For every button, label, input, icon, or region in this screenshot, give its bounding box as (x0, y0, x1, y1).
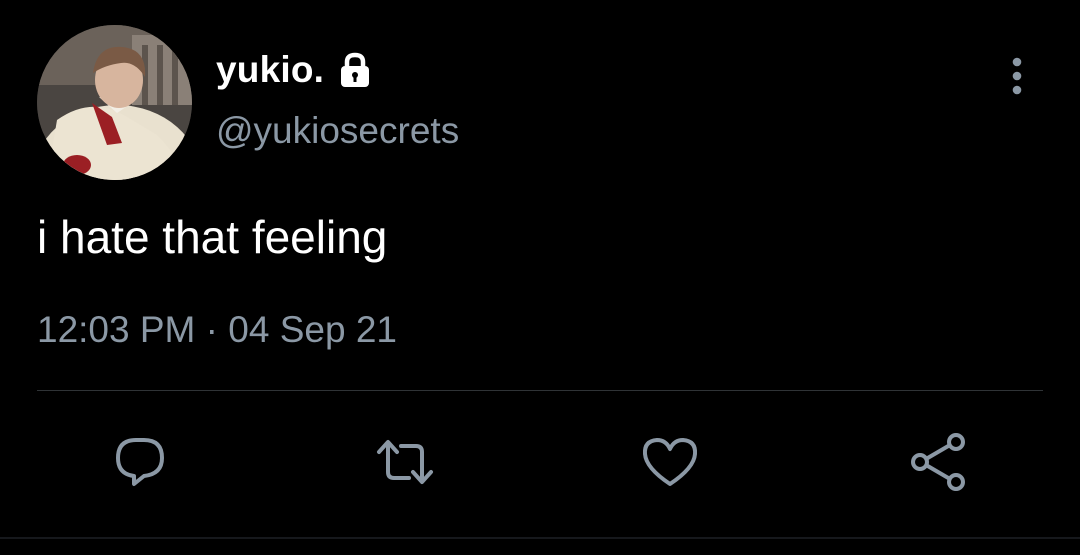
reply-button[interactable] (110, 432, 170, 492)
reply-icon (116, 438, 164, 486)
avatar[interactable] (37, 25, 192, 180)
bottom-divider (0, 537, 1080, 539)
lock-icon (336, 51, 374, 89)
like-button[interactable] (640, 432, 700, 492)
meta-separator: · (205, 309, 218, 350)
share-button[interactable] (908, 432, 968, 492)
share-icon (911, 433, 965, 491)
author-name-row[interactable]: yukio. (216, 48, 374, 92)
author-handle[interactable]: @yukiosecrets (216, 110, 459, 152)
heart-icon (642, 438, 698, 486)
tweet-timestamp[interactable]: 12:03 PM · 04 Sep 21 (37, 309, 397, 351)
avatar-image (37, 25, 192, 180)
tweet-text: i hate that feeling (37, 211, 388, 263)
tweet-time: 12:03 PM (37, 309, 196, 350)
more-options-button[interactable] (1000, 52, 1034, 100)
tweet-date: 04 Sep 21 (228, 309, 397, 350)
display-name[interactable]: yukio. (216, 49, 324, 91)
divider (37, 390, 1043, 391)
retweet-button[interactable] (375, 432, 435, 492)
more-vertical-icon (1012, 57, 1022, 95)
retweet-icon (377, 440, 433, 484)
